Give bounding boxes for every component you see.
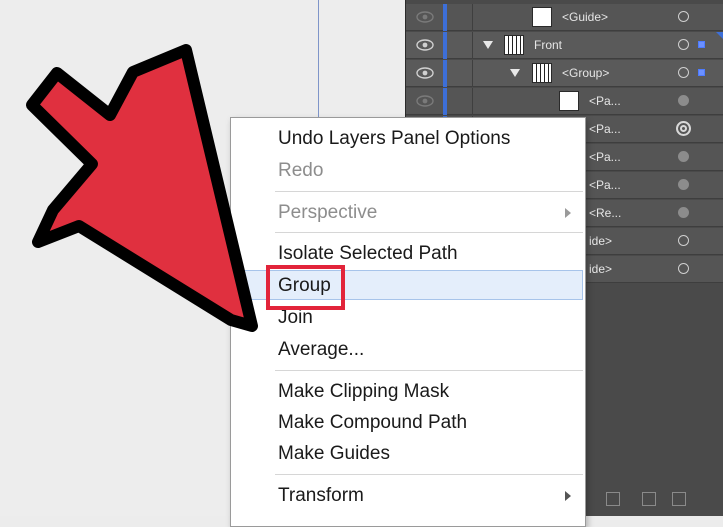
pointer-arrow-annotation <box>26 44 258 332</box>
pointer-arrow-shape <box>26 44 258 332</box>
